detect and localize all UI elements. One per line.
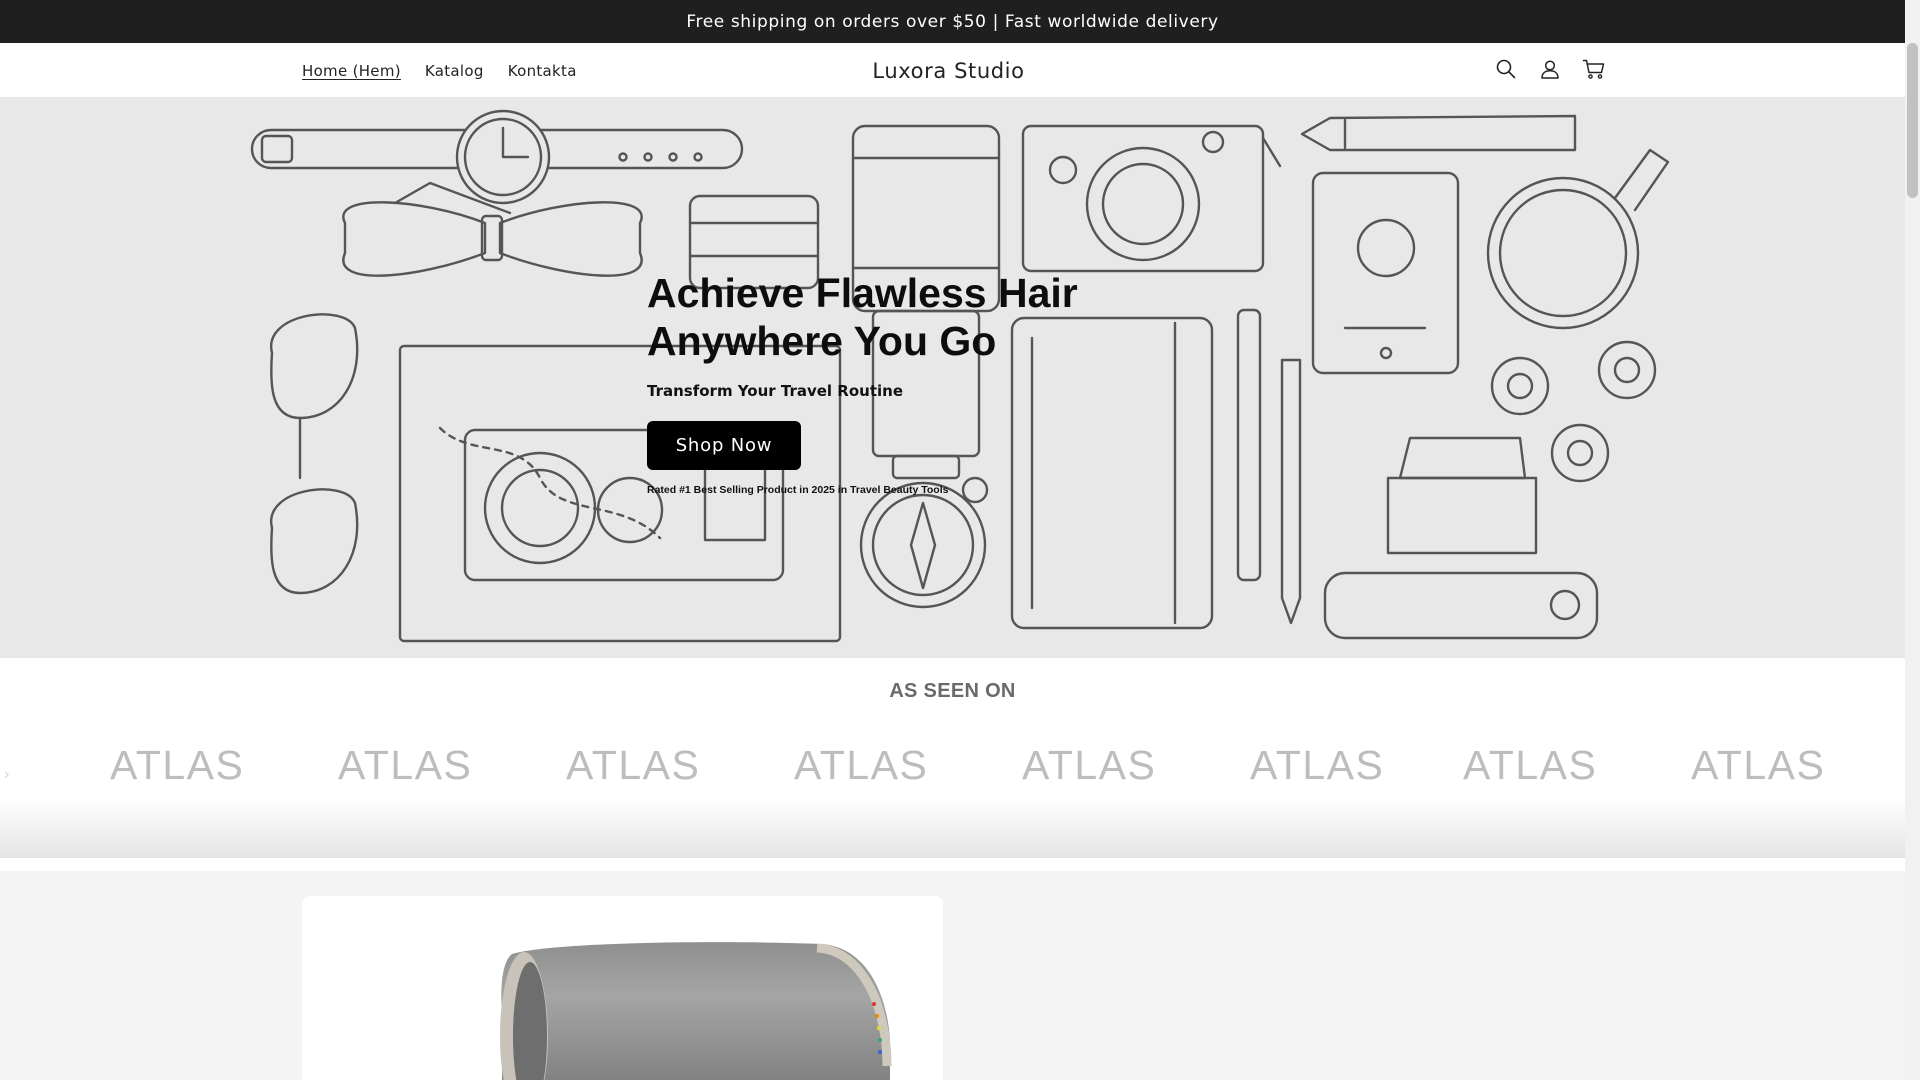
- hero-content: Achieve Flawless Hair Anywhere You Go Tr…: [647, 269, 1267, 496]
- press-logo: ATLAS: [794, 742, 929, 788]
- press-logo: ATLAS: [1022, 742, 1157, 788]
- announcement-bar: Free shipping on orders over $50 | Fast …: [0, 0, 1905, 43]
- logo-carousel: › ATLAS ATLAS ATLAS ATLAS ATLAS ATLAS AT…: [0, 658, 1905, 858]
- main-nav: Home (Hem) Katalog Kontakta: [302, 43, 601, 98]
- hair-dryer-product-image: [500, 942, 892, 1080]
- tape-rolls-illustration: [1490, 340, 1657, 483]
- press-logo: ATLAS: [1250, 742, 1385, 788]
- press-logo: ATLAS: [1691, 742, 1826, 788]
- pencil-illustration: [1300, 114, 1577, 152]
- hero-title: Achieve Flawless Hair Anywhere You Go: [647, 270, 1078, 364]
- search-icon[interactable]: [1490, 53, 1521, 84]
- announcement-text: Free shipping on orders over $50 | Fast …: [686, 11, 1219, 32]
- press-logo: ATLAS: [566, 742, 701, 788]
- cart-icon[interactable]: [1578, 53, 1609, 84]
- product-image-card[interactable]: [302, 896, 943, 1080]
- compass-illustration: [859, 476, 989, 609]
- camera-illustration: [1021, 124, 1282, 273]
- nav-link-katalog[interactable]: Katalog: [425, 62, 484, 80]
- site-header: Home (Hem) Katalog Kontakta Luxora Studi…: [0, 43, 1905, 98]
- mirror-illustration: [1486, 148, 1670, 330]
- section-divider: [0, 858, 1905, 871]
- press-logo: ATLAS: [1463, 742, 1598, 788]
- as-seen-on-section: AS SEEN ON › ATLAS ATLAS ATLAS ATLAS ATL…: [0, 658, 1905, 858]
- hero-banner: Achieve Flawless Hair Anywhere You Go Tr…: [0, 98, 1905, 658]
- chevron-right-icon[interactable]: ›: [4, 766, 9, 784]
- product-section: [0, 871, 1905, 1080]
- passport-illustration: [1311, 171, 1460, 375]
- shop-now-button[interactable]: Shop Now: [647, 421, 801, 470]
- brand-logo[interactable]: Luxora Studio: [0, 43, 1897, 98]
- sunglasses-illustration: [270, 313, 359, 595]
- hero-subtitle: Transform Your Travel Routine: [647, 382, 903, 400]
- press-logo: ATLAS: [110, 742, 245, 788]
- header-icons: [1490, 53, 1609, 84]
- watch-illustration: [250, 109, 744, 205]
- account-icon[interactable]: [1534, 53, 1565, 84]
- nav-link-home[interactable]: Home (Hem): [302, 62, 401, 80]
- nav-link-kontakta[interactable]: Kontakta: [508, 62, 577, 80]
- press-logo: ATLAS: [338, 742, 473, 788]
- scrollbar-thumb[interactable]: [1907, 43, 1918, 198]
- rating-text: Rated #1 Best Selling Product in 2025 in…: [647, 484, 949, 496]
